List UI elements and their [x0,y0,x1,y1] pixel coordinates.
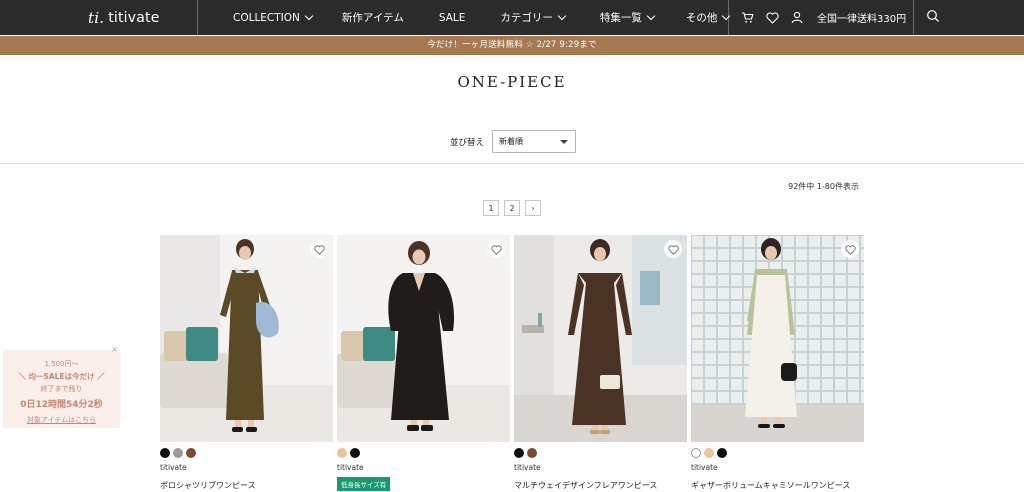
sale-popup[interactable]: × 1,500円〜 ＼ 均一SALEは今だけ ／ 終了まで残り 0日12時間54… [3,345,120,428]
menu-new-items[interactable]: 新作アイテム [342,10,404,25]
menu-others[interactable]: その他 [685,10,731,25]
color-swatches [514,448,687,458]
sale-countdown: 0日12時間54分2秒 [20,400,103,410]
color-swatch[interactable] [160,448,170,458]
product-image[interactable] [691,235,864,442]
product-image[interactable] [160,235,333,442]
shipping-notice: 全国一律送料330円 [817,14,907,25]
product-brand: titivate [514,463,541,472]
chevron-down-icon [304,11,314,21]
menu-others-label: その他 [685,12,718,24]
logo-script: ti. [88,8,105,27]
product-card[interactable]: titivate 低身長サイズ有 [337,235,510,491]
wishlist-button[interactable] [841,240,859,258]
menu-sale-label: SALE [438,11,466,24]
sort-row: 並び替え 新着順 [450,130,577,153]
color-swatch[interactable] [337,448,347,458]
product-name[interactable]: マルチウェイデザインフレアワンピース [514,480,687,491]
sale-price-line: 1,500円〜 [44,360,79,368]
menu-features[interactable]: 特集一覧 [599,10,656,25]
top-nav: ti. titivate COLLECTION 新作アイテム SALE カテゴリ… [0,0,1024,35]
site-logo[interactable]: ti. titivate [0,0,198,35]
heart-icon [490,240,502,259]
next-page-button[interactable]: › [525,200,541,216]
menu-sale[interactable]: SALE [439,12,466,24]
divider [0,163,1024,164]
heart-icon [313,240,325,259]
promo-bar[interactable]: 今だけ！一ヶ月送料無料 ☆ 2/27 9:29まで [0,36,1024,55]
menu-new-items-label: 新作アイテム [341,12,404,24]
pagination: 1 2 › [483,200,546,216]
search-icon [926,8,940,27]
color-swatch[interactable] [186,448,196,458]
color-swatches [160,448,333,458]
color-swatch[interactable] [350,448,360,458]
menu-category-label: カテゴリー [500,12,553,24]
product-brand: titivate [691,463,718,472]
product-image[interactable] [337,235,510,442]
color-swatches [691,448,864,458]
petite-size-badge: 低身長サイズ有 [337,477,391,491]
chevron-down-icon [557,11,567,21]
product-image[interactable] [514,235,687,442]
close-icon[interactable]: × [111,345,118,354]
page-2-button[interactable]: 2 [504,200,520,216]
page-1-button[interactable]: 1 [483,200,499,216]
page-title: ONE-PIECE [457,73,567,91]
sale-headline: ＼ 均一SALEは今だけ ／ [18,372,105,381]
cart-icon[interactable] [740,11,754,25]
chevron-down-icon [646,11,656,21]
color-swatches [337,448,510,458]
color-swatch[interactable] [527,448,537,458]
color-swatch[interactable] [691,448,701,458]
product-brand: titivate [160,463,187,472]
user-icon[interactable] [790,11,804,25]
logo-text: titivate [108,9,160,26]
sort-selected-value: 新着順 [499,137,524,146]
color-swatch[interactable] [717,448,727,458]
color-swatch[interactable] [514,448,524,458]
menu-category[interactable]: カテゴリー [500,10,567,25]
search-button[interactable] [914,0,952,35]
heart-icon [667,240,679,259]
menu-features-label: 特集一覧 [599,12,642,24]
heart-icon[interactable] [765,11,779,25]
product-grid: titivate ポロシャツリブワンピース titivate 低身長サイズ有 t… [160,235,864,492]
header-tools: 全国一律送料330円 [729,0,914,35]
product-card[interactable]: titivate ギャザーボリュームキャミソールワンピース [691,235,864,491]
product-brand: titivate [337,463,364,472]
wishlist-button[interactable] [487,240,505,258]
sale-items-link[interactable]: 対象アイテムはこちら [3,415,120,425]
menu-collection-label: COLLECTION [233,11,300,24]
result-count: 92件中 1-80件表示 [788,182,859,191]
product-name[interactable]: ポロシャツリブワンピース [160,480,333,491]
wishlist-button[interactable] [664,240,682,258]
caret-down-icon [560,140,569,144]
color-swatch[interactable] [704,448,714,458]
product-name[interactable]: ギャザーボリュームキャミソールワンピース [691,480,864,491]
wishlist-button[interactable] [310,240,328,258]
heart-icon [844,240,856,259]
product-card[interactable]: titivate ポロシャツリブワンピース [160,235,333,491]
sale-remaining-label: 終了まで残り [40,385,83,393]
sort-select[interactable]: 新着順 [492,130,577,153]
main-menu: COLLECTION 新作アイテム SALE カテゴリー 特集一覧 その他 [198,0,731,35]
product-card[interactable]: titivate マルチウェイデザインフレアワンピース [514,235,687,491]
sort-label: 並び替え [450,137,485,148]
menu-collection[interactable]: COLLECTION [233,11,314,24]
color-swatch[interactable] [173,448,183,458]
